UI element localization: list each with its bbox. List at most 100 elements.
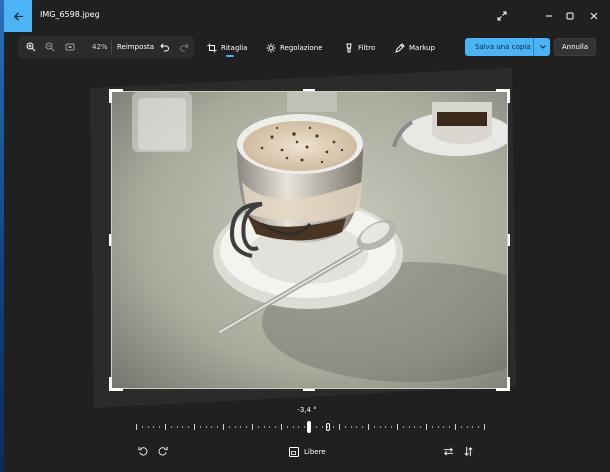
aspect-ratio-label: Libere [304, 448, 326, 456]
zoom-in-button[interactable] [25, 41, 37, 53]
rotation-tick [177, 426, 178, 428]
rotation-tick [200, 426, 201, 428]
aspect-ratio-button[interactable]: Libere [289, 445, 326, 459]
rotation-tick [194, 424, 195, 430]
rotation-tick [217, 426, 218, 428]
flip-vertical-icon [464, 446, 472, 456]
rotate-right-button[interactable] [155, 444, 169, 458]
zoom-out-icon [45, 42, 55, 52]
crop-handle-bottom-right-vertical[interactable] [507, 377, 510, 391]
minimize-icon [546, 15, 552, 17]
image-canvas[interactable] [88, 68, 516, 408]
rotation-tick [153, 426, 154, 428]
back-arrow-icon [13, 11, 23, 21]
rotation-tick [293, 426, 294, 428]
zoom-in-icon [26, 42, 36, 52]
reset-button[interactable]: Reimposta [117, 43, 154, 51]
rotation-tick [420, 426, 421, 428]
tab-adjustment-label: Regolazione [280, 44, 323, 52]
rotation-tick [142, 426, 143, 428]
rotation-tick [240, 426, 241, 428]
maximize-button[interactable] [562, 8, 578, 24]
tab-adjustment[interactable]: Regolazione [266, 40, 322, 56]
rotation-zero-marker [326, 423, 330, 431]
zoom-out-button[interactable] [44, 41, 56, 53]
rotation-tick [380, 426, 381, 428]
save-split-divider [533, 38, 534, 56]
rotation-tick [252, 424, 253, 430]
flip-horizontal-button[interactable] [441, 444, 455, 458]
rotate-left-button[interactable] [136, 444, 150, 458]
rotation-tick [409, 426, 410, 428]
rotation-tick [484, 424, 485, 430]
rotation-tick [211, 426, 212, 428]
undo-button[interactable] [159, 41, 171, 53]
coffee-photo [112, 92, 507, 388]
rotation-tick [275, 426, 276, 428]
flip-vertical-button[interactable] [461, 444, 475, 458]
rotation-tick [345, 426, 346, 428]
rotation-tick [449, 426, 450, 428]
rotation-tick [351, 426, 352, 428]
crop-handle-top-right-vertical[interactable] [507, 89, 510, 103]
expand-icon [497, 11, 507, 21]
full-screen-button[interactable] [494, 8, 510, 24]
tab-crop[interactable]: Ritaglia [207, 40, 247, 56]
tab-filter[interactable]: Filtro [344, 40, 375, 56]
rotation-tick [246, 426, 247, 428]
back-button[interactable] [4, 0, 32, 32]
rotation-tick [472, 426, 473, 428]
fit-to-window-button[interactable] [64, 41, 76, 53]
cancel-button[interactable]: Annulla [554, 38, 596, 56]
rotation-slider[interactable] [136, 420, 485, 434]
rotation-tick [148, 426, 149, 428]
crop-handle-bottom-left-vertical[interactable] [109, 377, 112, 391]
rotation-tick [316, 426, 317, 428]
rotation-tick [333, 426, 334, 428]
rotation-tick [171, 426, 172, 428]
rotation-tick [391, 426, 392, 428]
rotation-tick [281, 424, 282, 430]
zoom-toolbar-group: 42% Reimposta [18, 36, 194, 58]
save-copy-button[interactable]: Salva una copia [465, 38, 550, 56]
flip-horizontal-icon [443, 447, 453, 455]
minimize-button[interactable] [541, 8, 557, 24]
rotation-tick [182, 426, 183, 428]
rotation-slider-thumb[interactable] [307, 421, 311, 433]
crop-handle-right[interactable] [508, 234, 510, 246]
rotation-tick [136, 424, 137, 430]
pen-icon [395, 43, 405, 53]
close-button[interactable] [586, 8, 602, 24]
crop-handle-top-left-vertical[interactable] [109, 89, 112, 103]
aspect-ratio-icon [289, 447, 299, 457]
rotation-tick [397, 424, 398, 430]
crop-handle-bottom[interactable] [303, 389, 315, 391]
rotation-tick [467, 426, 468, 428]
filter-icon [346, 43, 352, 53]
save-copy-label: Salva una copia [475, 43, 531, 51]
photos-editor-window: IMG_6598.jpeg 42% Reimposta Ritaglia Reg… [4, 0, 610, 472]
rotation-tick [287, 426, 288, 428]
redo-button[interactable] [178, 41, 190, 53]
save-options-dropdown[interactable] [535, 38, 550, 56]
rotation-tick [206, 426, 207, 428]
rotation-tick [304, 426, 305, 428]
crop-handle-top[interactable] [303, 89, 315, 91]
rotation-tick [356, 426, 357, 428]
rotation-tick [432, 426, 433, 428]
rotation-tick [269, 426, 270, 428]
zoom-level: 42% [92, 43, 108, 51]
crop-handle-left[interactable] [109, 234, 111, 246]
rotation-tick [235, 426, 236, 428]
rotation-tick [403, 426, 404, 428]
rotation-tick [362, 426, 363, 428]
rotation-tick [455, 424, 456, 430]
rotation-tick [443, 426, 444, 428]
maximize-icon [566, 12, 574, 20]
photo-crop-area[interactable] [111, 91, 508, 389]
tab-markup[interactable]: Markup [395, 40, 435, 56]
rotation-tick [426, 424, 427, 430]
window-title: IMG_6598.jpeg [40, 10, 100, 19]
rotation-tick [368, 424, 369, 430]
tab-filter-label: Filtro [358, 44, 376, 52]
